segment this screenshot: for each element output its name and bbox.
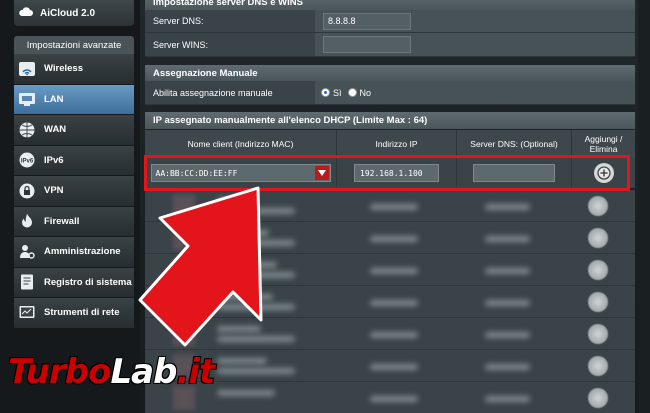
logo-part-lab: Lab <box>110 352 177 392</box>
radio-yes-label: Sì <box>333 87 342 98</box>
sidebar-item-label: VPN <box>44 185 64 197</box>
enable-manual-assignment-label: Abilita assegnazione manuale <box>145 81 315 105</box>
delete-entry-button[interactable] <box>588 260 608 280</box>
advanced-nav-list: Wireless LAN WAN IPv6 IPv6 VPN Firewall <box>14 54 134 329</box>
wins-server-input[interactable] <box>323 36 411 53</box>
manual-assignment-row: Abilita assegnazione manuale Sì No <box>145 81 635 105</box>
sidebar-item-label: Wireless <box>44 63 83 75</box>
delete-entry-button[interactable] <box>588 388 608 408</box>
sidebar-item-registro-di-sistema[interactable]: Registro di sistema <box>14 267 134 298</box>
red-arrow-annotation <box>138 186 263 347</box>
admin-gear-icon <box>20 244 35 259</box>
manual-assignment-no-radio[interactable]: No <box>347 87 372 98</box>
sidebar-item-label: IPv6 <box>44 154 64 166</box>
dns-server-input[interactable]: 8.8.8.8 <box>323 12 411 30</box>
sidebar-item-lan[interactable]: LAN <box>14 84 134 115</box>
dns-server-row: Server DNS: 8.8.8.8 <box>145 10 635 33</box>
sidebar-item-label: Amministrazione <box>44 246 121 258</box>
manual-assignment-section-title: Assegnazione Manuale <box>145 65 635 81</box>
radio-dot-unchecked <box>347 88 357 97</box>
dns-wins-section-title: Impostazione server DNS e WINS <box>145 0 635 10</box>
column-header-dns-server: Server DNS: (Optional) <box>457 130 572 158</box>
aicloud-icon <box>19 7 33 16</box>
sidebar-item-strumenti-di-rete[interactable]: Strumenti di rete <box>14 298 134 329</box>
sidebar-item-vpn[interactable]: VPN <box>14 176 134 207</box>
logo-part-turbo: Turbo <box>8 352 111 392</box>
sidebar-item-wan[interactable]: WAN <box>14 115 134 146</box>
turbolab-watermark-logo: Turbo Lab .it <box>8 352 215 392</box>
aicloud-label: AiCloud 2.0 <box>40 7 96 19</box>
delete-entry-button[interactable] <box>588 196 608 216</box>
delete-entry-button[interactable] <box>588 228 608 248</box>
router-admin-screen: AiCloud 2.0 Impostazioni avanzate Wirele… <box>0 0 650 413</box>
column-header-add-delete: Aggiungi / Elimina <box>584 134 623 154</box>
lan-icon <box>19 93 35 107</box>
system-log-icon <box>21 274 33 290</box>
sidebar-item-ipv6[interactable]: IPv6 IPv6 <box>14 145 134 176</box>
radio-no-label: No <box>359 87 372 98</box>
column-header-ip-address: Indirizzo IP <box>337 130 457 158</box>
delete-entry-button[interactable] <box>588 292 608 312</box>
dns-server-label: Server DNS: <box>145 10 315 33</box>
ipv6-icon: IPv6 <box>19 152 35 168</box>
manual-assignment-yes-radio[interactable]: Sì <box>321 88 342 98</box>
column-header-client-mac: Nome client (Indirizzo MAC) <box>145 130 337 158</box>
radio-dot-checked <box>321 88 330 97</box>
delete-entry-button[interactable] <box>588 324 608 344</box>
sidebar-item-firewall[interactable]: Firewall <box>14 206 134 237</box>
dhcp-list-header: Nome client (Indirizzo MAC) Indirizzo IP… <box>145 130 635 158</box>
sidebar-item-wireless[interactable]: Wireless <box>14 54 134 85</box>
table-row <box>145 382 635 413</box>
wins-server-label: Server WINS: <box>145 33 315 57</box>
dhcp-list-section-title: IP assegnato manualmente all'elenco DHCP… <box>145 112 635 129</box>
logo-part-it: .it <box>176 352 215 392</box>
wins-server-row: Server WINS: <box>145 33 635 57</box>
sidebar-item-amministrazione[interactable]: Amministrazione <box>14 237 134 268</box>
wan-globe-icon <box>19 122 35 138</box>
sidebar-item-label: Firewall <box>44 215 80 227</box>
vpn-icon <box>19 183 35 199</box>
advanced-settings-header: Impostazioni avanzate <box>14 36 134 54</box>
delete-entry-button[interactable] <box>588 356 608 376</box>
page-scrollbar[interactable] <box>638 0 650 413</box>
aicloud-menu-item[interactable]: AiCloud 2.0 <box>14 0 134 26</box>
sidebar-item-label: WAN <box>44 124 67 136</box>
network-tools-icon <box>19 305 35 318</box>
firewall-icon <box>22 213 32 228</box>
wireless-icon <box>19 61 35 76</box>
sidebar-item-label: Strumenti di rete <box>44 307 120 319</box>
sidebar-item-label: LAN <box>44 93 64 105</box>
sidebar-item-label: Registro di sistema <box>44 276 132 288</box>
svg-text:IPv6: IPv6 <box>21 159 34 165</box>
